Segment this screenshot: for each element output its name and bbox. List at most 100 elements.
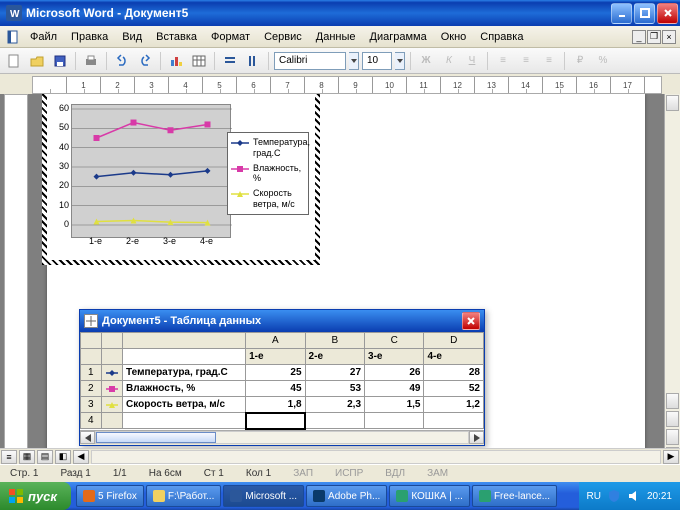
legend-marker-icon <box>231 165 249 173</box>
print-button[interactable] <box>81 51 101 71</box>
vertical-ruler[interactable] <box>4 94 28 464</box>
svg-text:W: W <box>10 9 20 19</box>
menu-insert[interactable]: Вставка <box>150 29 203 45</box>
tray-lang[interactable]: RU <box>587 491 601 502</box>
mdi-restore-button[interactable]: ❐ <box>647 30 661 44</box>
legend-item[interactable]: Температура, град.С <box>231 137 305 159</box>
legend-item[interactable]: Влажность, % <box>231 163 305 185</box>
scroll-track[interactable] <box>95 431 469 444</box>
scroll-left-button[interactable] <box>80 431 95 444</box>
browse-object-button[interactable] <box>666 429 679 445</box>
font-size-select[interactable]: 10 <box>362 52 392 70</box>
align-center-button[interactable]: ≡ <box>516 51 536 71</box>
minimize-button[interactable] <box>611 3 632 24</box>
normal-view-button[interactable]: ≡ <box>1 450 17 464</box>
vertical-scrollbar[interactable] <box>664 94 680 464</box>
chart-type-button[interactable] <box>166 51 186 71</box>
mdi-minimize-button[interactable]: _ <box>632 30 646 44</box>
align-right-button[interactable]: ≡ <box>539 51 559 71</box>
chart-plot-area[interactable] <box>71 104 231 238</box>
tray-volume-icon[interactable] <box>627 489 641 503</box>
save-button[interactable] <box>50 51 70 71</box>
chart-x-tick: 4-е <box>192 236 222 246</box>
scroll-up-button[interactable] <box>666 95 679 111</box>
status-col: Кол 1 <box>242 468 275 479</box>
legend-label: Влажность, % <box>253 163 305 185</box>
bold-button[interactable]: Ж <box>416 51 436 71</box>
by-row-button[interactable] <box>220 51 240 71</box>
menu-diagram[interactable]: Диаграмма <box>364 29 433 45</box>
maximize-button[interactable] <box>634 3 655 24</box>
italic-button[interactable]: К <box>439 51 459 71</box>
datasheet-grid[interactable]: ABCD1-е2-е3-е4-е1Температура, град.С2527… <box>80 332 484 430</box>
prev-page-button[interactable] <box>666 411 679 427</box>
hscroll-left-button[interactable]: ◀ <box>73 450 89 464</box>
currency-button[interactable]: ₽ <box>570 51 590 71</box>
status-pages: 1/1 <box>109 468 131 479</box>
chart-y-tick: 30 <box>53 161 69 171</box>
datasheet-window[interactable]: Документ5 - Таблица данных ABCD1-е2-е3-е… <box>79 309 485 446</box>
menu-format[interactable]: Формат <box>205 29 256 45</box>
underline-button[interactable]: Ч <box>462 51 482 71</box>
legend-label: Температура, град.С <box>253 137 310 159</box>
by-col-button[interactable] <box>243 51 263 71</box>
menu-file[interactable]: Файл <box>24 29 63 45</box>
window-titlebar: W Microsoft Word - Документ5 <box>0 0 680 26</box>
word-doc-icon <box>6 30 20 44</box>
mdi-close-button[interactable]: × <box>662 30 676 44</box>
menu-window[interactable]: Окно <box>435 29 473 45</box>
taskbar-task[interactable]: КОШКА | ... <box>389 485 470 507</box>
tray-shield-icon[interactable] <box>607 489 621 503</box>
open-button[interactable] <box>27 51 47 71</box>
taskbar-task[interactable]: F:\Работ... <box>146 485 221 507</box>
menu-tools[interactable]: Сервис <box>258 29 308 45</box>
taskbar-task[interactable]: Microsoft ... <box>223 485 304 507</box>
scroll-down-button[interactable] <box>666 393 679 409</box>
align-left-button[interactable]: ≡ <box>493 51 513 71</box>
new-doc-button[interactable] <box>4 51 24 71</box>
status-page: Стр. 1 <box>6 468 42 479</box>
task-app-icon <box>396 490 408 502</box>
scroll-thumb[interactable] <box>96 432 216 443</box>
percent-button[interactable]: % <box>593 51 613 71</box>
chart-legend[interactable]: Температура, град.С Влажность, % Скорость … <box>227 132 309 215</box>
status-line: Ст 1 <box>200 468 228 479</box>
chart-object-selection[interactable]: 0102030405060 1-е2-е3-е4-е Температура, … <box>42 94 320 265</box>
close-button[interactable] <box>657 3 678 24</box>
legend-item[interactable]: Скорость ветра, м/с <box>231 188 305 210</box>
taskbar-task[interactable]: 5 Firefox <box>76 485 144 507</box>
hscroll-right-button[interactable]: ▶ <box>663 450 679 464</box>
system-tray[interactable]: RU 20:21 <box>579 482 680 510</box>
menu-data[interactable]: Данные <box>310 29 362 45</box>
web-view-button[interactable]: ▦ <box>19 450 35 464</box>
chart-y-tick: 10 <box>53 200 69 210</box>
toolbar: Calibri 10 Ж К Ч ≡ ≡ ≡ ₽ % <box>0 48 680 74</box>
redo-button[interactable] <box>135 51 155 71</box>
datasheet-titlebar[interactable]: Документ5 - Таблица данных <box>80 310 484 332</box>
chart-y-tick: 0 <box>53 219 69 229</box>
taskbar-task[interactable]: Free-lance... <box>472 485 557 507</box>
print-view-button[interactable]: ▤ <box>37 450 53 464</box>
datasheet-icon <box>84 314 98 328</box>
hscroll-track[interactable] <box>91 450 661 464</box>
font-name-dropdown-icon[interactable] <box>349 52 359 70</box>
datasheet-button[interactable] <box>189 51 209 71</box>
tray-clock[interactable]: 20:21 <box>647 491 672 502</box>
scroll-right-button[interactable] <box>469 431 484 444</box>
datasheet-hscroll[interactable] <box>80 430 484 445</box>
undo-button[interactable] <box>112 51 132 71</box>
outline-view-button[interactable]: ◧ <box>55 450 71 464</box>
font-size-dropdown-icon[interactable] <box>395 52 405 70</box>
menu-view[interactable]: Вид <box>116 29 148 45</box>
window-title: Microsoft Word - Документ5 <box>26 6 611 20</box>
horizontal-ruler[interactable]: 1234567891011121314151617 <box>32 76 662 94</box>
chart-y-tick: 60 <box>53 103 69 113</box>
datasheet-close-button[interactable] <box>462 312 480 330</box>
menu-help[interactable]: Справка <box>474 29 529 45</box>
taskbar-task[interactable]: Adobe Ph... <box>306 485 387 507</box>
page-scroll[interactable]: 0102030405060 1-е2-е3-е4-е Температура, … <box>28 94 664 464</box>
menu-edit[interactable]: Правка <box>65 29 114 45</box>
menubar: Файл Правка Вид Вставка Формат Сервис Да… <box>0 26 680 48</box>
start-button[interactable]: пуск <box>0 482 71 510</box>
font-name-select[interactable]: Calibri <box>274 52 346 70</box>
